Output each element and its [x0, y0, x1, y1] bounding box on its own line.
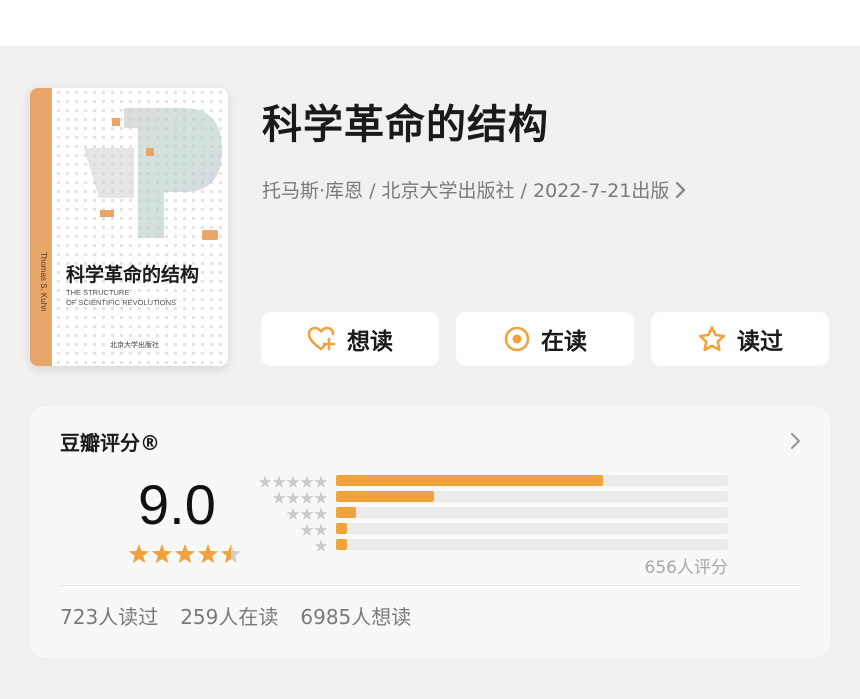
cover-title: 科学革命的结构	[66, 264, 200, 286]
chevron-right-icon	[675, 180, 687, 200]
heart-plus-icon	[307, 325, 337, 353]
want-count[interactable]: 6985人想读	[300, 601, 411, 630]
distribution-bar-fill	[336, 491, 434, 502]
rating-star-icon	[197, 543, 219, 569]
cover-publisher: 北京大学出版社	[110, 341, 159, 349]
rating-star-icon	[174, 543, 196, 569]
have-read-button[interactable]: 读过	[651, 312, 829, 366]
distribution-bar	[336, 507, 728, 518]
cover-subtitle-line2: OF SCIENTIFIC REVOLUTIONS	[66, 298, 177, 307]
distribution-bar-fill	[336, 475, 603, 486]
cover-spine	[30, 88, 52, 366]
want-to-read-button[interactable]: 想读	[261, 312, 439, 366]
rating-star-icon	[128, 543, 150, 569]
distribution-bar	[336, 491, 728, 502]
distribution-bar-fill	[336, 507, 356, 518]
rating-count: 656人评分	[644, 558, 728, 578]
reading-button[interactable]: 在读	[456, 312, 634, 366]
rating-card[interactable]: 豆瓣评分® 9.0 656人评分 723人读过 259人在读 6985人想读	[30, 407, 830, 657]
distribution-bar-fill	[336, 523, 347, 534]
book-cover[interactable]: Thomas S. Kuhn 科学革命的结构 THE STRUCTURE OF …	[30, 88, 228, 366]
rating-star-icon	[220, 543, 242, 569]
divider	[60, 585, 800, 586]
want-to-read-label: 想读	[347, 329, 393, 355]
chevron-right-icon[interactable]	[790, 431, 802, 455]
reading-label: 在读	[541, 329, 587, 355]
cover-spine-author: Thomas S. Kuhn	[39, 252, 48, 312]
rating-star-icon	[151, 543, 173, 569]
cover-art	[54, 88, 228, 366]
reading-stats: 723人读过 259人在读 6985人想读	[60, 601, 411, 630]
star-outline-icon	[697, 325, 727, 353]
cover-subtitle-line1: THE STRUCTURE	[66, 288, 130, 297]
book-meta-text: 托马斯·库恩 / 北京大学出版社 / 2022-7-21出版	[262, 180, 670, 202]
book-title: 科学革命的结构	[262, 102, 549, 148]
book-meta-link[interactable]: 托马斯·库恩 / 北京大学出版社 / 2022-7-21出版	[262, 176, 687, 203]
have-read-label: 读过	[737, 329, 783, 355]
distribution-bar-fill	[336, 539, 347, 550]
cover-subtitle: THE STRUCTURE OF SCIENTIFIC REVOLUTIONS	[66, 288, 176, 308]
target-circle-icon	[503, 325, 531, 353]
distribution-bar	[336, 539, 728, 550]
distribution-stars	[256, 538, 328, 557]
reading-count[interactable]: 259人在读	[180, 601, 278, 630]
cover-graphic	[84, 108, 222, 240]
rating-stars	[128, 543, 242, 569]
top-bar	[0, 0, 860, 46]
distribution-bar	[336, 523, 728, 534]
small-star-icon	[314, 538, 328, 557]
distribution-bar	[336, 475, 728, 486]
rating-title: 豆瓣评分®	[60, 431, 160, 455]
read-count[interactable]: 723人读过	[60, 601, 158, 630]
rating-score: 9.0	[138, 473, 216, 536]
